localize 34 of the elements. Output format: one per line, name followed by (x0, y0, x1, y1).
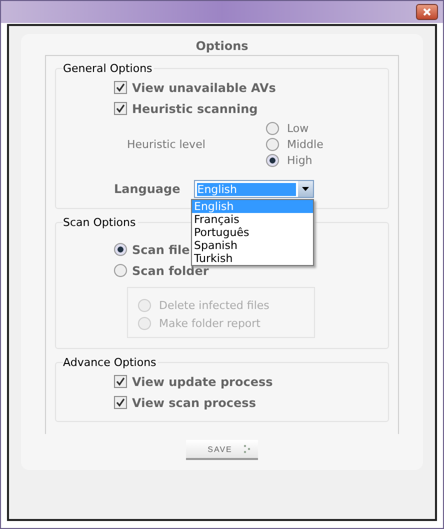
checkbox[interactable] (114, 81, 127, 94)
radio-button[interactable] (266, 154, 279, 167)
checkbox-label: Heuristic scanning (132, 102, 258, 116)
dots-icon (244, 445, 250, 453)
radio-label: Scan file (132, 242, 190, 256)
checkbox-label: View update process (132, 374, 273, 388)
checkbox[interactable] (114, 375, 127, 388)
window-title: Options (196, 39, 248, 55)
radio-label: High (287, 154, 312, 167)
radio-label: Make folder report (159, 317, 260, 330)
dropdown-option[interactable]: Turkish (192, 252, 313, 265)
checkbox[interactable] (114, 396, 127, 409)
checkbox-label: View unavailable AVs (132, 80, 276, 94)
radio-label: Delete infected files (159, 299, 270, 312)
close-button[interactable] (416, 4, 438, 20)
heuristic-level-label: Heuristic level (127, 138, 206, 151)
dropdown-option[interactable]: Português (192, 226, 313, 239)
group-title: Scan Options (63, 216, 137, 229)
group-title: Advance Options (63, 356, 158, 369)
language-label: Language (114, 182, 180, 196)
dropdown-option[interactable]: Spanish (192, 239, 313, 252)
radio-label: Middle (287, 138, 324, 151)
radio-label: Scan folder (132, 264, 209, 278)
close-icon (423, 8, 431, 16)
dropdown-option[interactable]: Français (192, 213, 313, 226)
radio-button[interactable] (114, 264, 127, 277)
radio-button[interactable] (266, 138, 279, 151)
checkbox[interactable] (114, 102, 127, 115)
save-button[interactable]: SAVE (186, 440, 258, 460)
radio-button[interactable] (266, 122, 279, 135)
group-title: General Options (63, 62, 154, 75)
checkbox-label: View scan process (132, 396, 256, 410)
radio-button[interactable] (114, 243, 127, 256)
radio-label: Low (287, 122, 309, 135)
